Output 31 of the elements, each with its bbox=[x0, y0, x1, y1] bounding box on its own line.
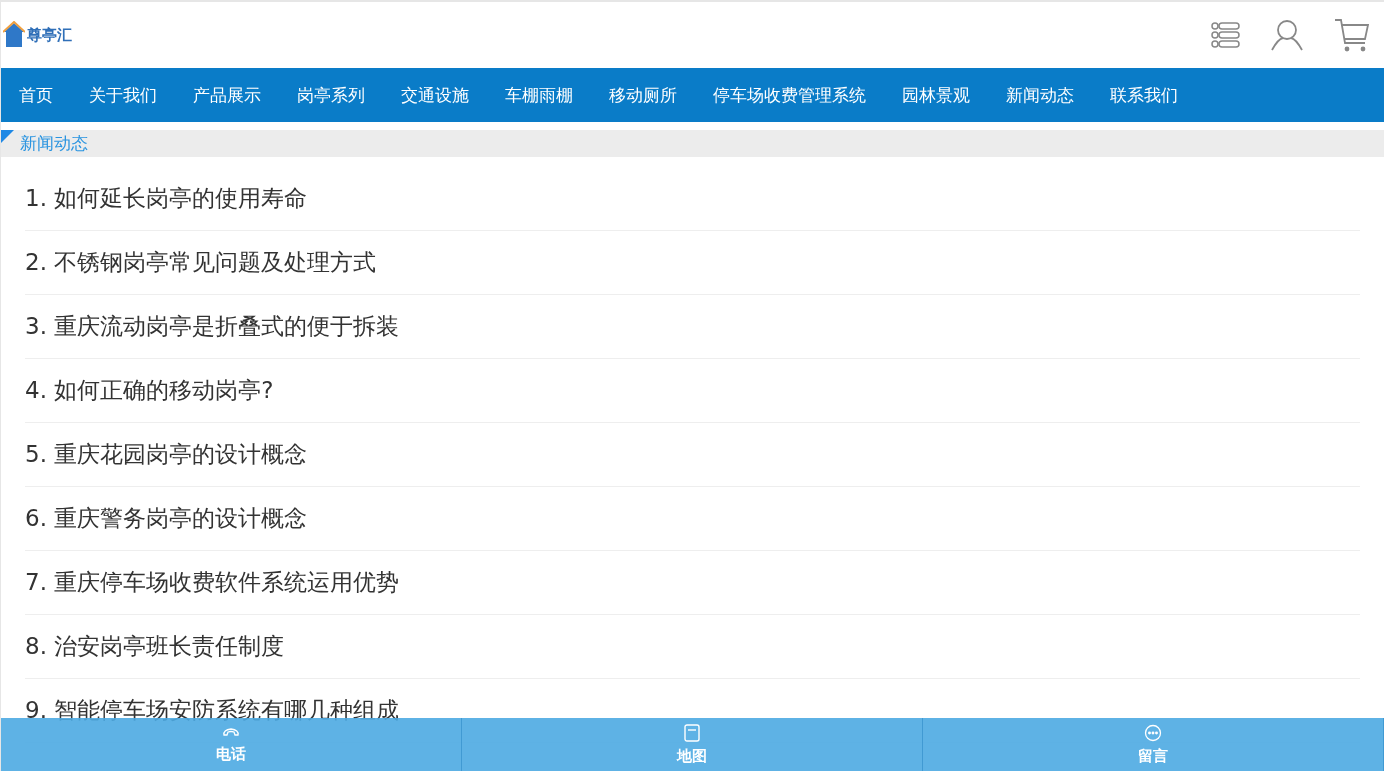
document-icon bbox=[684, 723, 700, 742]
logo-text[interactable]: 尊亭汇 bbox=[27, 25, 72, 45]
cart-icon[interactable] bbox=[1334, 18, 1370, 52]
nav-link[interactable]: 车棚雨棚 bbox=[505, 83, 573, 107]
section-title: 新闻动态 bbox=[20, 132, 88, 155]
bottom-bar-button[interactable]: 地图 bbox=[462, 718, 923, 771]
article-link[interactable]: 7. 重庆停车场收费软件系统运用优势 bbox=[25, 567, 400, 598]
article-link[interactable]: 2. 不锈钢岗亭常见问题及处理方式 bbox=[25, 247, 377, 278]
nav-link[interactable]: 联系我们 bbox=[1110, 83, 1178, 107]
nav-link[interactable]: 新闻动态 bbox=[1006, 83, 1074, 107]
nav-link[interactable]: 交通设施 bbox=[401, 83, 469, 107]
article-link[interactable]: 6. 重庆警务岗亭的设计概念 bbox=[25, 503, 308, 534]
logo-house-icon bbox=[3, 21, 25, 49]
chat-icon bbox=[1144, 723, 1162, 742]
corner-triangle-icon bbox=[1, 130, 14, 143]
nav-link[interactable]: 首页 bbox=[19, 83, 53, 107]
article-link[interactable]: 5. 重庆花园岗亭的设计概念 bbox=[25, 439, 308, 470]
nav-link[interactable]: 产品展示 bbox=[193, 83, 261, 107]
user-icon[interactable] bbox=[1270, 19, 1304, 51]
bottom-bar-button[interactable]: 电话 bbox=[1, 718, 462, 771]
bottom-bar-button[interactable]: 留言 bbox=[923, 718, 1384, 771]
nav-link[interactable]: 关于我们 bbox=[89, 83, 157, 107]
list-icon[interactable] bbox=[1210, 20, 1240, 50]
nav-link[interactable]: 移动厕所 bbox=[609, 83, 677, 107]
nav-link[interactable]: 岗亭系列 bbox=[297, 83, 365, 107]
article-link[interactable]: 4. 如何正确的移动岗亭? bbox=[25, 375, 274, 406]
article-link[interactable]: 1. 如何延长岗亭的使用寿命 bbox=[25, 183, 308, 214]
article-link[interactable]: 3. 重庆流动岗亭是折叠式的便于拆装 bbox=[25, 311, 400, 342]
article-link[interactable]: 8. 治安岗亭班长责任制度 bbox=[25, 631, 285, 662]
nav-link[interactable]: 园林景观 bbox=[902, 83, 970, 107]
nav-link[interactable]: 停车场收费管理系统 bbox=[713, 83, 866, 107]
